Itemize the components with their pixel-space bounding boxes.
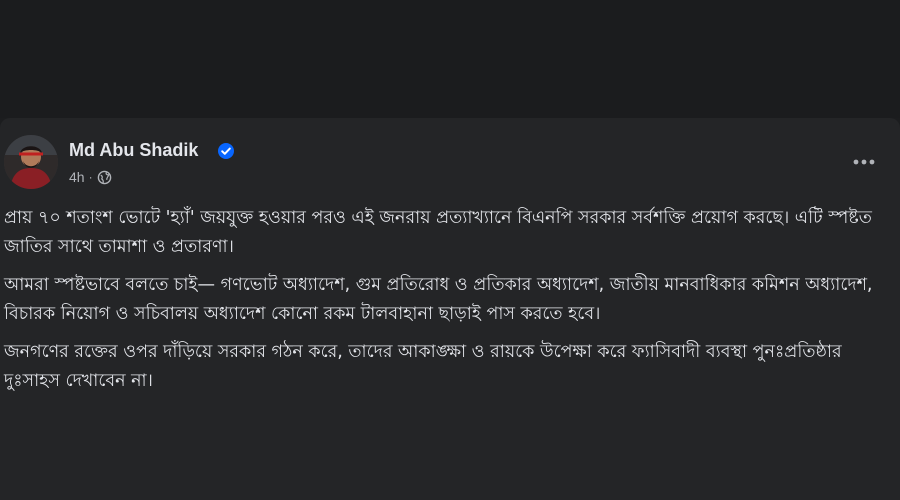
post-header: Md Abu Shadik 4h · [0,118,900,198]
more-horizontal-icon [853,159,875,165]
globe-icon[interactable] [97,170,112,185]
avatar-photo [4,135,58,189]
post-meta: 4h · [69,168,112,186]
more-options-button[interactable] [846,150,882,174]
verified-badge-icon [217,142,235,160]
author-name[interactable]: Md Abu Shadik [69,140,198,161]
post-paragraph: প্রায় ৭০ শতাংশ ভোটে 'হ্যাঁ' জয়যুক্ত হও… [4,208,872,257]
meta-separator: · [88,170,93,184]
top-background [0,0,900,118]
avatar[interactable] [4,135,58,189]
post-paragraph: আমরা স্পষ্টভাবে বলতে চাই— গণভোট অধ্যাদেশ… [4,275,873,324]
post-time[interactable]: 4h [69,169,85,185]
post-paragraph: জনগণের রক্তের ওপর দাঁড়িয়ে সরকার গঠন কর… [4,342,842,391]
post-body: প্রায় ৭০ শতাংশ ভোটে 'হ্যাঁ' জয়যুক্ত হও… [4,204,884,405]
post-card: Md Abu Shadik 4h · প্রায় ৭০ শতাংশ ভোটে … [0,118,900,500]
